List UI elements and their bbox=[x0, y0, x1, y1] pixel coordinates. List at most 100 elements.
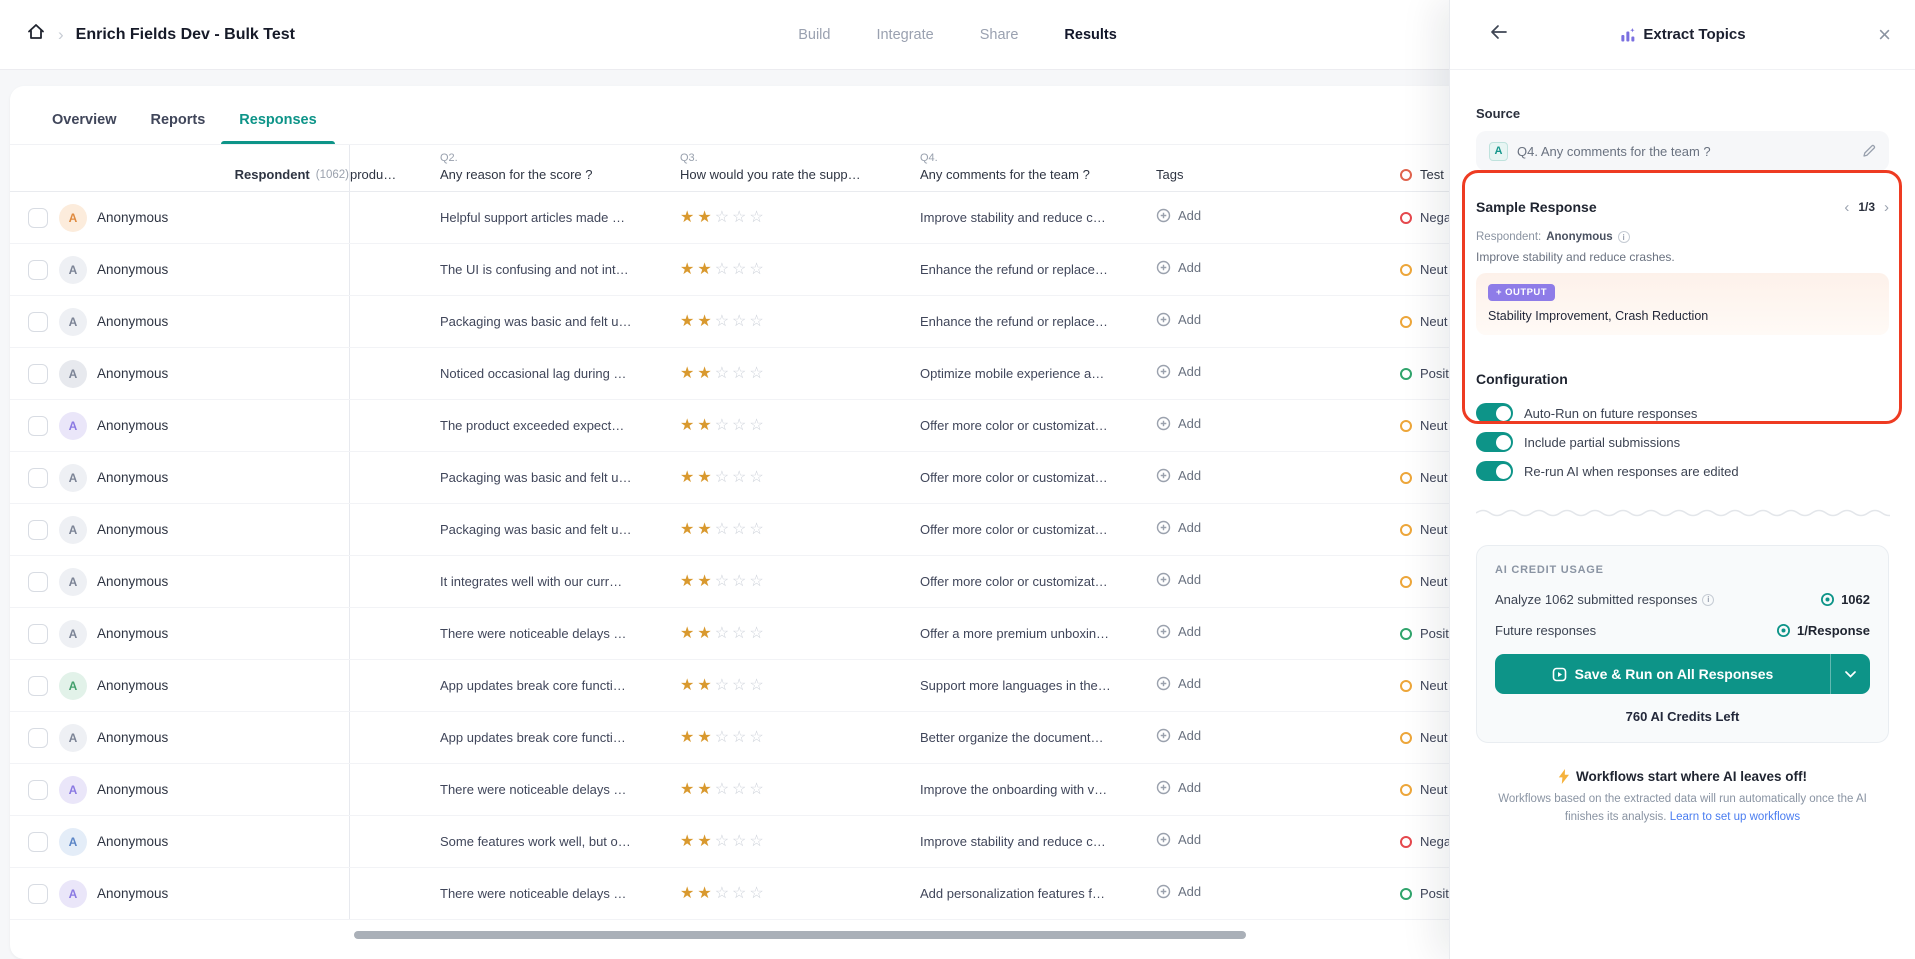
respondent-name: Anonymous bbox=[97, 262, 168, 277]
star-empty-icon: ☆ bbox=[749, 677, 763, 694]
star-empty-icon: ☆ bbox=[715, 677, 729, 694]
q4-answer: Improve stability and reduce c… bbox=[920, 210, 1156, 225]
add-tag-button[interactable]: Add bbox=[1156, 312, 1201, 327]
star-filled-icon: ★ bbox=[697, 209, 711, 226]
respondent-name: Anonymous bbox=[97, 210, 168, 225]
save-run-button[interactable]: Save & Run on All Responses bbox=[1495, 654, 1870, 694]
run-options-dropdown[interactable] bbox=[1830, 654, 1870, 694]
row-checkbox[interactable] bbox=[28, 624, 48, 644]
add-tag-button[interactable]: Add bbox=[1156, 520, 1201, 535]
row-checkbox[interactable] bbox=[28, 208, 48, 228]
nav-share[interactable]: Share bbox=[980, 27, 1019, 43]
pager-next-icon[interactable]: › bbox=[1884, 200, 1889, 215]
q4-answer: Add personalization features f… bbox=[920, 886, 1156, 901]
row-checkbox[interactable] bbox=[28, 520, 48, 540]
star-empty-icon: ☆ bbox=[732, 729, 746, 746]
toggle-partial-submissions[interactable] bbox=[1476, 432, 1513, 452]
sample-response-text: Improve stability and reduce crashes. bbox=[1476, 250, 1889, 264]
back-button[interactable] bbox=[1490, 24, 1508, 45]
row-checkbox[interactable] bbox=[28, 416, 48, 436]
add-tag-button[interactable]: Add bbox=[1156, 780, 1201, 795]
toggle-partial-submissions-label: Include partial submissions bbox=[1524, 435, 1680, 450]
avatar: A bbox=[59, 672, 87, 700]
add-tag-button[interactable]: Add bbox=[1156, 884, 1201, 899]
sentiment-label: Neut bbox=[1420, 470, 1447, 485]
star-empty-icon: ☆ bbox=[732, 573, 746, 590]
row-checkbox[interactable] bbox=[28, 468, 48, 488]
sentiment-icon bbox=[1400, 576, 1412, 588]
save-run-label: Save & Run on All Responses bbox=[1575, 666, 1774, 682]
star-rating: ★★☆☆☆ bbox=[680, 261, 920, 279]
q2-answer: Packaging was basic and felt u… bbox=[440, 522, 680, 537]
add-tag-button[interactable]: Add bbox=[1156, 624, 1201, 639]
star-empty-icon: ☆ bbox=[732, 625, 746, 642]
star-filled-icon: ★ bbox=[697, 833, 711, 850]
add-tag-button[interactable]: Add bbox=[1156, 260, 1201, 275]
sentiment-label: Neut bbox=[1420, 314, 1447, 329]
column-q1: produ… bbox=[350, 145, 440, 191]
row-checkbox[interactable] bbox=[28, 728, 48, 748]
star-filled-icon: ★ bbox=[680, 833, 694, 850]
panel-title: Extract Topics bbox=[1619, 26, 1745, 43]
tab-reports[interactable]: Reports bbox=[147, 108, 210, 144]
star-empty-icon: ☆ bbox=[715, 261, 729, 278]
top-nav: Build Integrate Share Results bbox=[798, 27, 1117, 43]
sentiment-label: Neut bbox=[1420, 678, 1447, 693]
star-rating: ★★☆☆☆ bbox=[680, 417, 920, 435]
sentiment-icon bbox=[1400, 212, 1412, 224]
analyze-label: Analyze 1062 submitted responses bbox=[1495, 592, 1697, 607]
column-tags: Tags bbox=[1156, 145, 1400, 191]
tab-overview[interactable]: Overview bbox=[48, 108, 121, 144]
sample-response-heading: Sample Response bbox=[1476, 199, 1597, 215]
horizontal-scrollbar[interactable] bbox=[354, 931, 1246, 939]
add-tag-button[interactable]: Add bbox=[1156, 364, 1201, 379]
q2-answer: There were noticeable delays … bbox=[440, 782, 680, 797]
source-label: Source bbox=[1476, 106, 1889, 121]
sentiment-icon bbox=[1400, 264, 1412, 276]
row-checkbox[interactable] bbox=[28, 572, 48, 592]
sentiment-label: Posit bbox=[1420, 366, 1449, 381]
star-filled-icon: ★ bbox=[697, 417, 711, 434]
source-field[interactable]: A Q4. Any comments for the team ? bbox=[1476, 131, 1889, 171]
q4-answer: Enhance the refund or replace… bbox=[920, 262, 1156, 277]
respondent-name: Anonymous bbox=[97, 418, 168, 433]
avatar: A bbox=[59, 360, 87, 388]
sample-respondent-line: Respondent: Anonymous i bbox=[1476, 231, 1889, 243]
nav-build[interactable]: Build bbox=[798, 27, 830, 43]
add-tag-button[interactable]: Add bbox=[1156, 832, 1201, 847]
row-checkbox[interactable] bbox=[28, 312, 48, 332]
toggle-auto-run[interactable] bbox=[1476, 403, 1513, 423]
star-filled-icon: ★ bbox=[680, 261, 694, 278]
edit-pencil-icon[interactable] bbox=[1862, 144, 1876, 158]
add-tag-button[interactable]: Add bbox=[1156, 468, 1201, 483]
row-checkbox[interactable] bbox=[28, 832, 48, 852]
row-checkbox[interactable] bbox=[28, 260, 48, 280]
add-tag-button[interactable]: Add bbox=[1156, 572, 1201, 587]
add-tag-button[interactable]: Add bbox=[1156, 208, 1201, 223]
add-tag-button[interactable]: Add bbox=[1156, 416, 1201, 431]
add-tag-button[interactable]: Add bbox=[1156, 728, 1201, 743]
breadcrumb-chevron-icon: › bbox=[58, 25, 64, 45]
row-checkbox[interactable] bbox=[28, 884, 48, 904]
tab-responses[interactable]: Responses bbox=[235, 108, 320, 144]
row-checkbox[interactable] bbox=[28, 364, 48, 384]
arrow-left-icon bbox=[1490, 24, 1508, 45]
sentiment-icon bbox=[1400, 628, 1412, 640]
chevron-down-icon bbox=[1845, 671, 1856, 678]
nav-results[interactable]: Results bbox=[1064, 27, 1116, 43]
home-button[interactable] bbox=[26, 22, 46, 47]
sentiment-label: Neut bbox=[1420, 418, 1447, 433]
toggle-rerun-edited[interactable] bbox=[1476, 461, 1513, 481]
pager-prev-icon[interactable]: ‹ bbox=[1844, 200, 1849, 215]
add-tag-button[interactable]: Add bbox=[1156, 676, 1201, 691]
close-icon[interactable]: × bbox=[1878, 24, 1891, 46]
nav-integrate[interactable]: Integrate bbox=[876, 27, 933, 43]
wavy-divider bbox=[1476, 507, 1890, 519]
workflows-link[interactable]: Learn to set up workflows bbox=[1670, 811, 1800, 823]
star-empty-icon: ☆ bbox=[715, 521, 729, 538]
row-checkbox[interactable] bbox=[28, 780, 48, 800]
star-filled-icon: ★ bbox=[680, 781, 694, 798]
row-checkbox[interactable] bbox=[28, 676, 48, 696]
respondent-name: Anonymous bbox=[97, 470, 168, 485]
plus-circle-icon bbox=[1156, 832, 1171, 847]
